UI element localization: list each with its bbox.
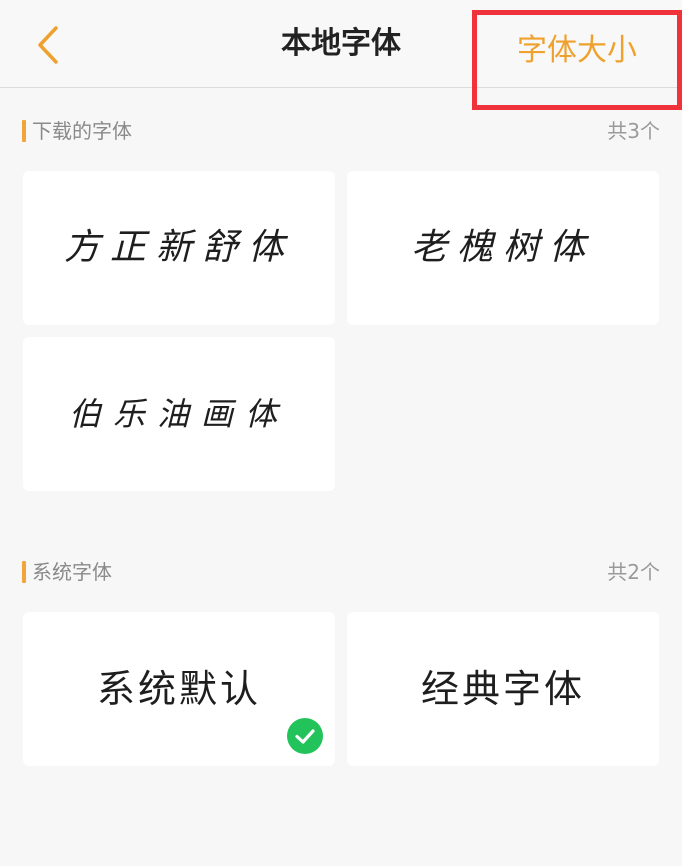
- section-accent-bar: [22, 120, 26, 142]
- font-card-label: 老槐树体: [410, 227, 595, 268]
- back-button[interactable]: [28, 20, 72, 70]
- font-card-label: 经典字体: [420, 667, 585, 711]
- font-card-fangzheng[interactable]: 方正新舒体: [23, 171, 335, 325]
- font-size-label: 字体大小: [517, 33, 637, 68]
- chevron-left-icon: [38, 26, 58, 64]
- section-accent-bar: [22, 561, 26, 583]
- font-card-laohuaishu[interactable]: 老槐树体: [347, 171, 659, 325]
- font-card-label: 伯乐油画体: [68, 395, 289, 433]
- font-card-label: 系统默认: [96, 667, 261, 711]
- downloaded-section-title: 下载的字体: [32, 119, 132, 143]
- downloaded-section-header: 下载的字体 共3个: [22, 116, 660, 146]
- downloaded-count: 共3个: [607, 119, 660, 143]
- font-card-label: 方正新舒体: [63, 227, 294, 268]
- system-count: 共2个: [607, 560, 660, 584]
- check-circle-icon: [287, 718, 323, 754]
- font-size-button[interactable]: 字体大小: [472, 10, 682, 110]
- system-section-header: 系统字体 共2个: [22, 557, 660, 587]
- font-card-bole[interactable]: 伯乐油画体: [23, 337, 335, 491]
- system-section-title: 系统字体: [32, 560, 112, 584]
- font-card-system-default[interactable]: 系统默认: [23, 612, 335, 766]
- font-card-classic[interactable]: 经典字体: [347, 612, 659, 766]
